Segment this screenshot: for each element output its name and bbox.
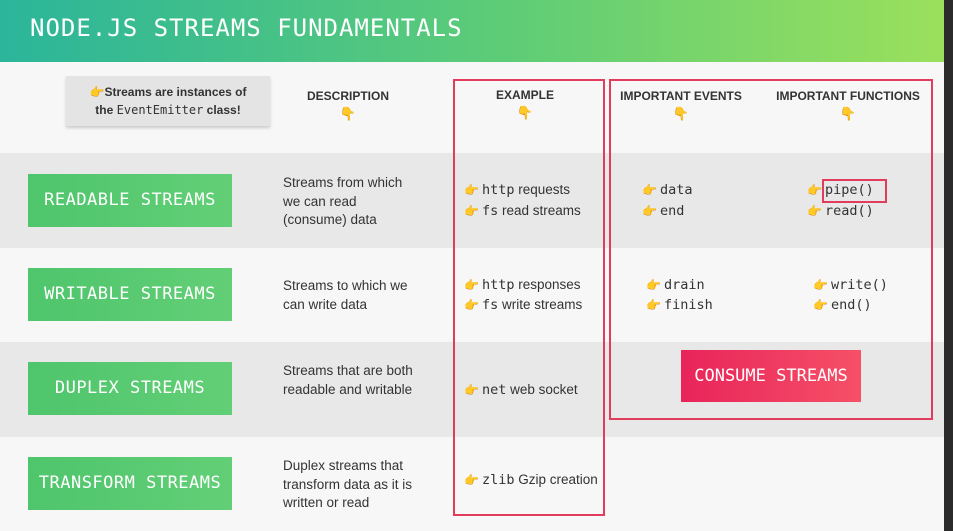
note-code: EventEmitter xyxy=(116,103,204,117)
transform-streams-label: TRANSFORM STREAMS xyxy=(28,457,232,510)
duplex-description: Streams that are both readable and writa… xyxy=(283,363,413,397)
note-card: 👉Streams are instances of the EventEmitt… xyxy=(66,76,270,126)
events-functions-highlight xyxy=(609,79,933,420)
readable-streams-label: READABLE STREAMS xyxy=(28,174,232,227)
writable-streams-label: WRITABLE STREAMS xyxy=(28,268,232,321)
writable-description: Streams to which we can write data xyxy=(283,278,408,312)
slide: NODE.JS STREAMS FUNDAMENTALS 👉Streams ar… xyxy=(0,0,944,531)
pointing-hand-icon: 👉 xyxy=(89,85,105,99)
slide-title: NODE.JS STREAMS FUNDAMENTALS xyxy=(30,14,463,42)
note-line2-post: class! xyxy=(203,103,241,117)
transform-description: Duplex streams that transform data as it… xyxy=(283,458,413,510)
note-line1: Streams are instances of xyxy=(104,85,247,99)
readable-description: Streams from which we can read (consume)… xyxy=(283,175,403,227)
title-bar: NODE.JS STREAMS FUNDAMENTALS xyxy=(0,0,944,62)
duplex-streams-label: DUPLEX STREAMS xyxy=(28,362,232,415)
example-column-highlight xyxy=(453,79,605,516)
note-line2-pre: the xyxy=(95,103,117,117)
header-description: DESCRIPTION 👇 xyxy=(288,89,408,122)
point-down-icon: 👇 xyxy=(339,106,357,121)
header-description-label: DESCRIPTION xyxy=(306,89,389,103)
pipe-highlight xyxy=(822,179,887,203)
